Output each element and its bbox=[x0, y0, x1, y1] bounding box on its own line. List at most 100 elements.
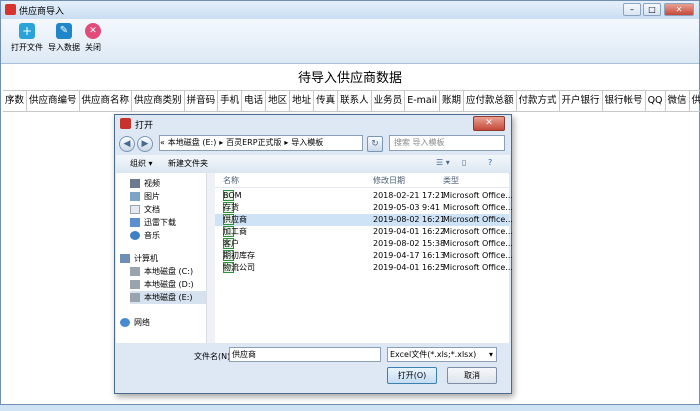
filename-input[interactable]: 供应商 bbox=[229, 347, 381, 362]
file-row[interactable]: BOM 2018-02-21 17:21 Microsoft Office... bbox=[215, 190, 513, 202]
nav-item-videos[interactable]: 视频 bbox=[130, 177, 160, 190]
close-button[interactable]: ✕ 关闭 bbox=[85, 23, 101, 53]
path-folder-2[interactable]: 导入模板 bbox=[291, 138, 323, 147]
download-icon bbox=[130, 218, 140, 227]
column-header[interactable]: 手机 bbox=[218, 91, 243, 111]
column-header[interactable]: 付款方式 bbox=[517, 91, 560, 111]
import-data-label: 导入数据 bbox=[48, 43, 80, 52]
nav-item-thunder-downloads[interactable]: 迅雷下载 bbox=[130, 216, 176, 229]
command-bar: 组织 ▾ 新建文件夹 ☰ ▾ ▯ ? bbox=[116, 155, 510, 174]
column-header[interactable]: 联系人 bbox=[338, 91, 372, 111]
file-row[interactable]: 存货 2019-05-03 9:41 Microsoft Office... bbox=[215, 202, 513, 214]
organize-button[interactable]: 组织 ▾ bbox=[130, 158, 153, 169]
import-data-icon: ✎ bbox=[56, 23, 72, 39]
column-header[interactable]: QQ bbox=[646, 91, 666, 111]
nav-item-drive-c[interactable]: 本地磁盘 (C:) bbox=[130, 265, 193, 278]
file-row[interactable]: 客户 2019-08-02 15:38 Microsoft Office... bbox=[215, 238, 513, 250]
dialog-close-button[interactable]: ✕ bbox=[473, 116, 505, 131]
file-list: 名称 修改日期 类型 BOM 2018-02-21 17:21 Microsoft … bbox=[215, 173, 513, 343]
dialog-title-bar: 打开 ✕ bbox=[115, 115, 511, 133]
nav-item-pictures[interactable]: 图片 bbox=[130, 190, 160, 203]
back-button[interactable]: ◀ bbox=[119, 136, 135, 152]
file-name: 加工商 bbox=[223, 227, 247, 236]
column-header[interactable]: 应付款总额 bbox=[464, 91, 517, 111]
new-folder-button[interactable]: 新建文件夹 bbox=[168, 158, 208, 169]
file-type: Microsoft Office... bbox=[443, 239, 513, 248]
open-file-icon: + bbox=[19, 23, 35, 39]
file-date: 2019-04-17 16:13 bbox=[373, 251, 446, 260]
close-window-button[interactable]: ✕ bbox=[664, 3, 694, 16]
view-menu-icon[interactable]: ☰ ▾ bbox=[436, 158, 450, 167]
file-row[interactable]: 加工商 2019-04-01 16:22 Microsoft Office... bbox=[215, 226, 513, 238]
refresh-button[interactable]: ↻ bbox=[367, 136, 383, 152]
filetype-select[interactable]: Excel文件(*.xls;*.xlsx) ▾ bbox=[387, 347, 497, 362]
column-header[interactable]: 供应商编号 bbox=[27, 91, 80, 111]
title-bar: 供应商导入 – □ ✕ bbox=[1, 1, 699, 19]
column-header[interactable]: 银行帐号 bbox=[603, 91, 646, 111]
file-row[interactable]: 期初库存 2019-04-17 16:13 Microsoft Office... bbox=[215, 250, 513, 262]
file-type: Microsoft Office... bbox=[443, 263, 513, 272]
column-header[interactable]: 供应商类别 bbox=[132, 91, 185, 111]
column-header[interactable]: 开户银行 bbox=[560, 91, 603, 111]
column-header[interactable]: 电话 bbox=[242, 91, 267, 111]
maximize-button[interactable]: □ bbox=[643, 3, 661, 16]
column-header[interactable]: 供应商名称 bbox=[80, 91, 133, 111]
file-list-header: 名称 修改日期 类型 bbox=[215, 173, 509, 188]
column-header[interactable]: 地区 bbox=[266, 91, 291, 111]
app-icon bbox=[5, 4, 16, 15]
file-date: 2019-04-01 16:25 bbox=[373, 263, 446, 272]
column-header[interactable]: 账期 bbox=[440, 91, 464, 111]
nav-item-network[interactable]: 网络 bbox=[120, 316, 150, 329]
import-data-button[interactable]: ✎ 导入数据 bbox=[48, 23, 80, 53]
file-date: 2019-08-02 15:38 bbox=[373, 239, 446, 248]
dialog-title: 打开 bbox=[135, 121, 154, 131]
drive-icon bbox=[130, 293, 140, 302]
file-row[interactable]: 物流公司 2019-04-01 16:25 Microsoft Office... bbox=[215, 262, 513, 274]
drive-icon bbox=[130, 280, 140, 289]
file-name: BOM bbox=[223, 191, 242, 200]
open-file-dialog: 打开 ✕ ◀ ▶ « 本地磁盘 (E:) ▸ 百灵ERP正式版 ▸ 导入模板 ↻… bbox=[114, 114, 513, 394]
path-back: « bbox=[160, 138, 165, 147]
file-date: 2018-02-21 17:21 bbox=[373, 191, 446, 200]
file-type: Microsoft Office... bbox=[443, 203, 513, 212]
cancel-button[interactable]: 取消 bbox=[447, 367, 497, 384]
nav-item-music[interactable]: 音乐 bbox=[130, 229, 160, 242]
preview-pane-icon[interactable]: ▯ bbox=[462, 158, 466, 167]
file-type: Microsoft Office... bbox=[443, 227, 513, 236]
open-file-button[interactable]: + 打开文件 bbox=[11, 23, 43, 53]
column-date[interactable]: 修改日期 bbox=[373, 175, 405, 186]
file-date: 2019-04-01 16:22 bbox=[373, 227, 446, 236]
nav-item-documents[interactable]: 文档 bbox=[130, 203, 160, 216]
path-sep-2: ▸ bbox=[284, 138, 289, 147]
open-button[interactable]: 打开(O) bbox=[387, 367, 437, 384]
nav-item-computer[interactable]: 计算机 bbox=[120, 252, 158, 265]
file-name: 供应商 bbox=[223, 215, 247, 224]
help-icon[interactable]: ? bbox=[488, 158, 492, 167]
nav-item-drive-e[interactable]: 本地磁盘 (E:) bbox=[130, 291, 206, 304]
nav-scrollbar[interactable] bbox=[206, 173, 215, 343]
column-header[interactable]: 业务员 bbox=[372, 91, 406, 111]
path-drive[interactable]: 本地磁盘 (E:) bbox=[168, 138, 217, 147]
path-folder-1[interactable]: 百灵ERP正式版 bbox=[226, 138, 281, 147]
column-name[interactable]: 名称 bbox=[223, 175, 239, 186]
address-bar[interactable]: « 本地磁盘 (E:) ▸ 百灵ERP正式版 ▸ 导入模板 bbox=[159, 135, 363, 151]
dialog-bottom: 文件名(N): 供应商 Excel文件(*.xls;*.xlsx) ▾ 打开(O… bbox=[116, 343, 510, 392]
search-input[interactable]: 搜索 导入模板 bbox=[389, 135, 505, 151]
file-date: 2019-05-03 9:41 bbox=[373, 203, 440, 212]
column-header[interactable]: 拼音码 bbox=[185, 91, 219, 111]
picture-icon bbox=[130, 192, 140, 201]
column-type[interactable]: 类型 bbox=[443, 175, 459, 186]
forward-button[interactable]: ▶ bbox=[137, 136, 153, 152]
column-header[interactable]: 微信 bbox=[666, 91, 690, 111]
column-header[interactable]: 地址 bbox=[290, 91, 315, 111]
nav-item-drive-d[interactable]: 本地磁盘 (D:) bbox=[130, 278, 194, 291]
file-row[interactable]: 供应商 2019-08-02 16:21 Microsoft Office... bbox=[215, 214, 513, 226]
dialog-app-icon bbox=[120, 118, 131, 129]
minimize-button[interactable]: – bbox=[623, 3, 641, 16]
column-header[interactable]: 序数 bbox=[3, 91, 28, 111]
file-name: 客户 bbox=[223, 239, 239, 248]
column-header[interactable]: E-mail bbox=[405, 91, 440, 111]
path-sep-1: ▸ bbox=[219, 138, 224, 147]
column-header[interactable]: 供应商 bbox=[690, 91, 700, 111]
column-header[interactable]: 传真 bbox=[314, 91, 339, 111]
